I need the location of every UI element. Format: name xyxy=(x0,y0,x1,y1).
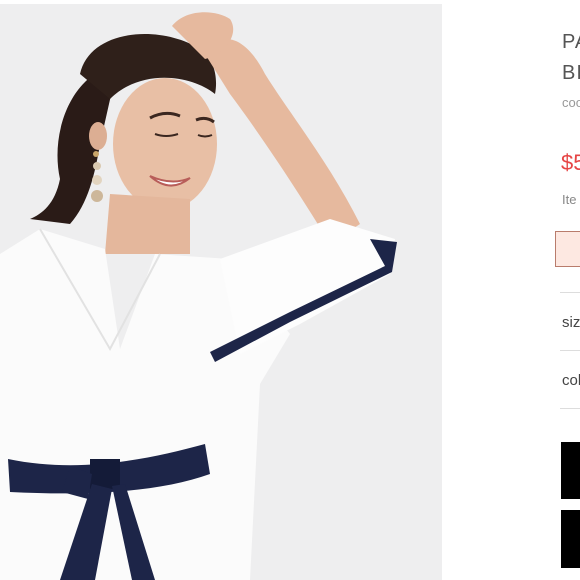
product-title: PA xyxy=(562,31,580,53)
divider xyxy=(560,292,580,293)
color-option-label[interactable]: col xyxy=(562,372,580,389)
add-to-cart-button[interactable] xyxy=(561,442,580,499)
promo-banner[interactable] xyxy=(555,231,580,267)
divider xyxy=(560,408,580,409)
product-sku: coo xyxy=(562,95,580,110)
product-title-line-2: BI xyxy=(562,62,580,84)
product-price: $5 xyxy=(561,150,580,175)
product-info-panel: PA BI coo $5 Ite siz col xyxy=(0,0,580,580)
buy-now-button[interactable] xyxy=(561,510,580,568)
size-option-label[interactable]: siz xyxy=(562,314,580,331)
divider xyxy=(560,350,580,351)
item-note: Ite xyxy=(562,192,577,207)
